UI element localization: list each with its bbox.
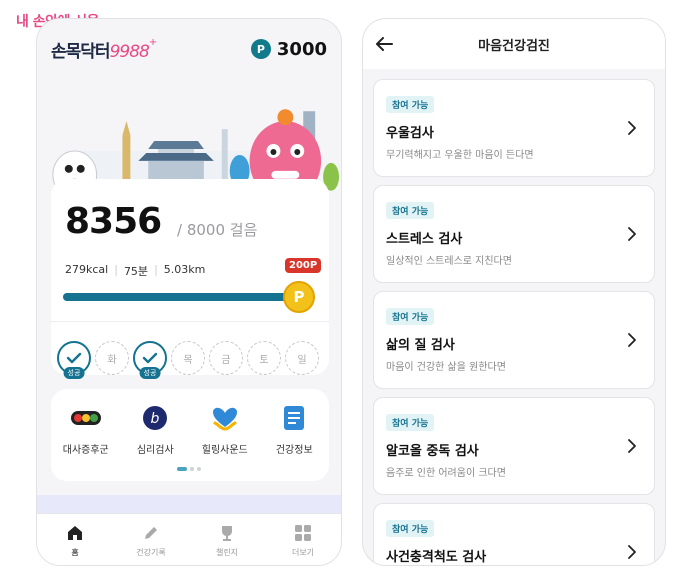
chevron-right-icon [624,120,640,136]
nav-item[interactable]: 건강기록 [121,523,181,558]
day-label: 일 [297,354,307,366]
reward-badge: 200P [285,258,322,273]
day-pending: 일 [285,341,319,375]
traffic-light-icon [70,403,101,433]
success-tag: 성공 [63,367,85,379]
day-label: 토 [259,354,269,366]
duration: 75분 [123,265,149,278]
step-progress-bar [63,293,315,301]
nav-label: 더보기 [291,548,315,557]
menu-item[interactable]: b 심리검사 [123,403,187,456]
nav-item[interactable]: 홈 [45,523,105,558]
distance: 5.03km [163,263,206,276]
checkup-card[interactable]: 참여 가능사건충격척도 검사 [373,503,655,565]
step-progress-fill [63,293,315,301]
check-icon [66,352,82,364]
points-display[interactable]: P 3000 [250,38,327,60]
menu-label: 대사증후군 [62,445,109,456]
day-completed: 성공 [57,341,91,379]
menu-item[interactable]: 힐링사운드 [193,403,257,456]
right-phone-screen: 마음건강검진 참여 가능 우울검사 무기력해지고 우울한 마음이 든다면 참여 가능 스… [362,18,666,566]
home-icon [65,523,85,543]
checkup-title: 스트레스 검사 [386,232,463,247]
step-count: 8356 [65,201,162,242]
app-header: 손목닥터9988+ P 3000 [37,19,341,79]
menu-label: 건강정보 [275,445,313,456]
logo-number: 9988 [109,41,150,62]
checkup-card[interactable]: 참여 가능우울검사무기력해지고 우울한 마음이 든다면 [373,79,655,177]
stat-divider: | [114,263,118,276]
day-label: 금 [221,354,231,366]
pencil-icon [141,523,161,543]
menu-label: 힐링사운드 [201,445,248,456]
chevron-right-icon [624,332,640,348]
left-phone-screen: 손목닥터9988+ P 3000 8356 / 8000 걸음 279kcal … [36,18,342,566]
menu-item[interactable]: 건강정보 [262,403,326,456]
available-tag: 참여 가능 [386,308,435,325]
chevron-right-icon [624,544,640,560]
chevron-right-icon [624,438,640,454]
chevron-right-icon [624,226,640,242]
stat-divider: | [154,263,158,276]
nav-item[interactable]: 더보기 [273,523,333,558]
points-value: 3000 [276,38,327,60]
b-circle-icon: b [140,403,170,433]
available-tag: 참여 가능 [386,202,435,219]
checkup-description: 음주로 인한 어려움이 크다면 [386,468,506,479]
page-indicator [177,467,201,471]
checkup-title: 알코올 중독 검사 [386,444,479,459]
screen-title: 마음건강검진 [478,39,550,54]
day-completed: 성공 [133,341,167,379]
day-label: 화 [107,354,117,366]
checkup-description: 무기력해지고 우울한 마음이 든다면 [386,150,534,161]
page-dot [197,467,201,471]
trophy-icon [217,523,237,543]
hands-heart-icon [210,403,240,433]
calories: 279kcal [65,263,109,276]
success-tag: 성공 [139,367,161,379]
day-pending: 화 [95,341,129,375]
step-goal: / 8000 걸음 [177,221,258,239]
checkup-title: 삶의 질 검사 [386,338,455,353]
weekly-attendance: 성공 화성공 목 금 토 일 [57,341,319,379]
coin-icon[interactable]: P [283,281,315,313]
page-dot-active [177,467,187,471]
available-tag: 참여 가능 [386,520,435,537]
checkup-title: 사건충격척도 검사 [386,550,487,565]
checkup-description: 마음이 건강한 삶을 원한다면 [386,362,506,373]
document-icon [279,403,309,433]
menu-label: 심리검사 [136,445,174,456]
app-logo: 손목닥터9988+ [51,36,157,62]
point-icon: P [250,39,271,59]
nav-label: 건강기록 [136,548,166,557]
screen-header: 마음건강검진 [363,19,665,69]
checkup-card[interactable]: 참여 가능스트레스 검사일상적인 스트레스로 지친다면 [373,185,655,283]
grid-icon [293,523,313,543]
available-tag: 참여 가능 [386,96,435,113]
logo-text: 손목닥터 [51,41,111,62]
checkup-card[interactable]: 참여 가능삶의 질 검사마음이 건강한 삶을 원한다면 [373,291,655,389]
menu-card: 대사증후군 b 심리검사 힐링사운드 건강정보 [51,389,329,481]
checkup-card[interactable]: 참여 가능알코올 중독 검사음주로 인한 어려움이 크다면 [373,397,655,495]
bottom-navigation: 홈 건강기록 챌린지 더보기 [37,513,341,565]
step-card[interactable]: 8356 / 8000 걸음 279kcal | 75분 | 5.03km 20… [51,179,329,379]
day-label: 목 [183,354,193,366]
day-pending: 목 [171,341,205,375]
checkup-description: 일상적인 스트레스로 지친다면 [386,256,512,267]
logo-plus: + [148,36,157,48]
menu-item[interactable]: 대사증후군 [54,403,118,456]
menu-list: 대사증후군 b 심리검사 힐링사운드 건강정보 [51,403,329,456]
divider [51,321,329,322]
nav-label: 홈 [71,548,79,557]
available-tag: 참여 가능 [386,414,435,431]
nav-label: 챌린지 [215,548,239,557]
step-stats: 279kcal | 75분 | 5.03km [65,263,205,279]
page-dot [190,467,194,471]
checkup-title: 우울검사 [386,126,434,141]
svg-text:b: b [151,411,160,427]
day-pending: 토 [247,341,281,375]
check-icon [142,352,158,364]
nav-item[interactable]: 챌린지 [197,523,257,558]
day-pending: 금 [209,341,243,375]
